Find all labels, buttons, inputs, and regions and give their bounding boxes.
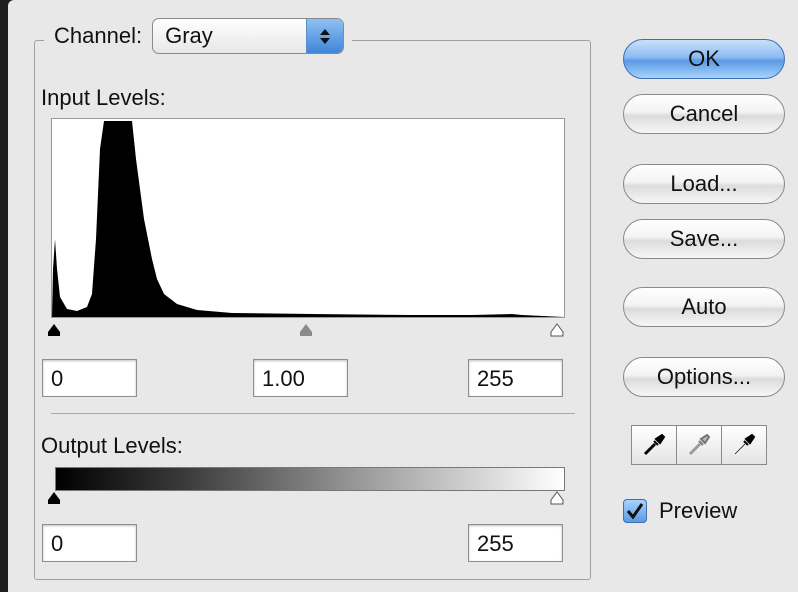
input-levels-label: Input Levels: — [41, 85, 166, 110]
gray-point-eyedropper-icon[interactable] — [676, 425, 722, 465]
output-white-slider[interactable] — [549, 491, 565, 505]
section-divider — [51, 413, 575, 414]
output-gradient-bar — [55, 467, 565, 491]
output-levels-label: Output Levels: — [41, 433, 183, 458]
input-gamma-field[interactable]: 1.00 — [253, 359, 348, 397]
preview-checkbox[interactable] — [623, 499, 647, 523]
histogram — [51, 118, 565, 318]
ok-button[interactable]: OK — [623, 39, 785, 79]
save-button[interactable]: Save... — [623, 219, 785, 259]
output-white-field[interactable]: 255 — [468, 524, 563, 562]
options-button[interactable]: Options... — [623, 357, 785, 397]
histogram-shape — [52, 121, 564, 317]
input-gamma-slider[interactable] — [298, 323, 314, 337]
checkmark-icon — [626, 503, 644, 520]
input-black-slider[interactable] — [46, 323, 62, 337]
channel-select-value: Gray — [165, 23, 213, 48]
white-point-eyedropper-icon[interactable] — [721, 425, 767, 465]
channel-select[interactable]: Gray — [152, 18, 345, 54]
eyedropper-group — [631, 425, 767, 465]
channel-label: Channel: — [54, 23, 143, 48]
input-white-slider[interactable] — [549, 323, 565, 337]
input-white-field[interactable]: 255 — [468, 359, 563, 397]
load-button[interactable]: Load... — [623, 164, 785, 204]
black-point-eyedropper-icon[interactable] — [631, 425, 677, 465]
preview-label[interactable]: Preview — [659, 498, 737, 524]
auto-button[interactable]: Auto — [623, 287, 785, 327]
input-black-field[interactable]: 0 — [42, 359, 137, 397]
output-black-slider[interactable] — [46, 491, 62, 505]
levels-dialog: Channel: Gray Input Levels: 0 1.00 255 O… — [8, 0, 798, 592]
output-black-field[interactable]: 0 — [42, 524, 137, 562]
channel-row: Channel: Gray — [44, 16, 353, 56]
select-arrows-icon — [306, 19, 344, 53]
cancel-button[interactable]: Cancel — [623, 94, 785, 134]
